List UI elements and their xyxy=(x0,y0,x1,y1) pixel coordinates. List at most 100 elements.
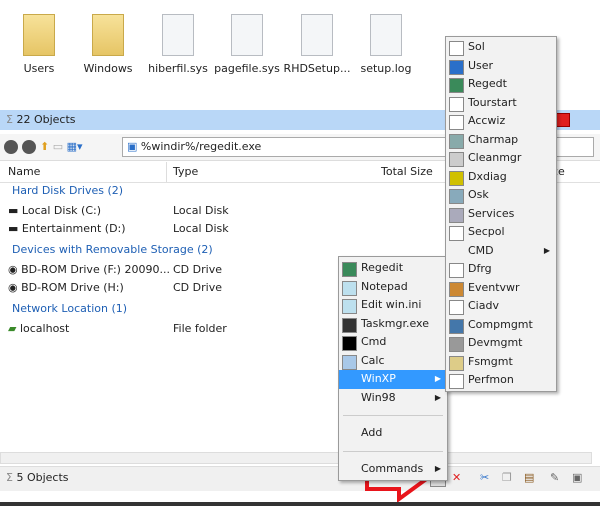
computer-icon: ▣ xyxy=(127,140,138,153)
file-item[interactable]: pagefile.sys xyxy=(212,14,282,75)
winxp-submenu: Sol User Regedt Tourstart Accwiz Charmap Clean… xyxy=(445,36,557,392)
osk-icon xyxy=(449,189,464,204)
secpol-icon xyxy=(449,226,464,241)
paste-icon[interactable]: ▤ xyxy=(524,467,534,489)
submenu-arrow-icon: ▶ xyxy=(434,463,441,473)
menu-item-calc[interactable]: Calc xyxy=(339,352,447,371)
list-item[interactable]: ▰ localhost xyxy=(8,320,69,338)
view-icon[interactable]: ▦▾ xyxy=(67,140,83,153)
submenu-item-compmgmt[interactable]: Compmgmt xyxy=(446,316,556,335)
drive-icon: ▬ xyxy=(8,222,19,235)
list-item[interactable]: ▬ Local Disk (C:) xyxy=(8,202,101,220)
menu-item-cmd[interactable]: Cmd xyxy=(339,333,447,352)
column-name[interactable]: Name xyxy=(8,162,40,182)
menu-item-edit-win-ini[interactable]: Edit win.ini xyxy=(339,296,447,315)
list-item[interactable]: ◉ BD-ROM Drive (H:) xyxy=(8,279,124,297)
column-type[interactable]: Type xyxy=(173,162,198,182)
regedit-icon xyxy=(342,262,357,277)
compmgmt-icon xyxy=(449,318,464,334)
list-item[interactable]: ▬ Entertainment (D:) xyxy=(8,220,126,238)
file-icon xyxy=(301,14,333,56)
menu-item-regedit[interactable]: Regedit xyxy=(339,259,447,278)
file-item[interactable]: Users xyxy=(4,14,74,75)
context-menu: Regedit Notepad Edit win.ini Taskmgr.exe… xyxy=(338,256,448,481)
folder-icon xyxy=(23,14,55,56)
ciadv-icon xyxy=(449,300,464,315)
cleanmgr-icon xyxy=(449,152,464,167)
menu-item-add[interactable]: Add xyxy=(339,424,447,443)
submenu-item-dxdiag[interactable]: Dxdiag xyxy=(446,168,556,187)
submenu-item-devmgmt[interactable]: Devmgmt xyxy=(446,334,556,353)
new-folder-icon[interactable]: ▭ xyxy=(53,140,63,153)
column-total-size[interactable]: Total Size xyxy=(381,162,433,182)
submenu-item-fsmgmt[interactable]: Fsmgmt xyxy=(446,353,556,372)
accwiz-icon xyxy=(449,115,464,130)
menu-item-winxp[interactable]: WinXP ▶ xyxy=(339,370,447,389)
group-header[interactable]: Devices with Removable Storage (2) xyxy=(12,243,213,256)
sigma-icon: Σ xyxy=(6,471,13,484)
taskmgr-icon xyxy=(342,317,357,333)
file-item[interactable]: Windows xyxy=(73,14,143,75)
submenu-item-secpol[interactable]: Secpol xyxy=(446,223,556,242)
submenu-item-accwiz[interactable]: Accwiz xyxy=(446,112,556,131)
network-folder-icon: ▰ xyxy=(8,322,17,335)
dfrg-icon xyxy=(449,263,464,278)
submenu-item-perfmon[interactable]: Perfmon xyxy=(446,371,556,390)
submenu-item-eventvwr[interactable]: Eventvwr xyxy=(446,279,556,298)
group-header[interactable]: Network Location (1) xyxy=(12,302,127,315)
submenu-item-user[interactable]: User xyxy=(446,57,556,76)
dxdiag-icon xyxy=(449,170,464,186)
stop-icon[interactable] xyxy=(556,113,570,127)
submenu-item-cmd[interactable]: CMD ▶ xyxy=(446,242,556,261)
properties-icon[interactable]: ▣ xyxy=(572,467,582,489)
user-icon xyxy=(449,59,464,75)
item-type: Local Disk xyxy=(173,222,229,235)
delete-icon[interactable]: ✕ xyxy=(452,467,461,489)
cut-icon[interactable]: ✂ xyxy=(480,467,489,489)
tourstart-icon xyxy=(449,96,464,112)
submenu-arrow-icon: ▶ xyxy=(434,374,441,383)
submenu-item-ciadv[interactable]: Ciadv xyxy=(446,297,556,316)
item-type: CD Drive xyxy=(173,263,222,276)
submenu-item-osk[interactable]: Osk xyxy=(446,186,556,205)
file-item[interactable]: RHDSetup... xyxy=(282,14,352,75)
menu-item-commands[interactable]: Commands ▶ xyxy=(339,460,447,479)
submenu-item-dfrg[interactable]: Dfrg xyxy=(446,260,556,279)
up-folder-icon[interactable]: ⬆ xyxy=(40,140,49,153)
menu-item-taskmgr[interactable]: Taskmgr.exe xyxy=(339,315,447,334)
group-header[interactable]: Hard Disk Drives (2) xyxy=(12,184,123,197)
submenu-item-charmap[interactable]: Charmap xyxy=(446,131,556,150)
submenu-item-tourstart[interactable]: Tourstart xyxy=(446,94,556,113)
notepad-icon xyxy=(342,280,357,296)
devmgmt-icon xyxy=(449,337,464,352)
submenu-item-regedt[interactable]: Regedt xyxy=(446,75,556,94)
calculator-icon xyxy=(342,354,357,370)
menu-item-notepad[interactable]: Notepad xyxy=(339,278,447,297)
item-type: File folder xyxy=(173,322,227,335)
text-file-icon xyxy=(370,14,402,56)
submenu-arrow-icon: ▶ xyxy=(434,392,441,402)
file-item[interactable]: setup.log xyxy=(351,14,421,75)
item-type: Local Disk xyxy=(173,204,229,217)
forward-icon[interactable] xyxy=(22,140,36,154)
submenu-arrow-icon: ▶ xyxy=(543,245,550,255)
rename-icon[interactable]: ✎ xyxy=(550,467,559,489)
cd-drive-icon: ◉ xyxy=(8,281,18,294)
menu-item-win98[interactable]: Win98 ▶ xyxy=(339,389,447,408)
regedt-icon xyxy=(449,78,464,93)
submenu-item-services[interactable]: Services xyxy=(446,205,556,224)
charmap-icon xyxy=(449,133,464,149)
cmd-icon xyxy=(342,336,357,351)
bottom-status-bar: Σ 5 Objects ϟ ✕ ✂ ❐ ▤ ✎ ▣ xyxy=(0,466,600,491)
submenu-item-sol[interactable]: Sol xyxy=(446,38,556,57)
back-icon[interactable] xyxy=(4,140,18,154)
sol-icon xyxy=(449,41,464,56)
cd-drive-icon: ◉ xyxy=(8,263,18,276)
system-file-icon xyxy=(231,14,263,56)
list-item[interactable]: ◉ BD-ROM Drive (F:) 20090... xyxy=(8,261,170,279)
copy-icon[interactable]: ❐ xyxy=(502,467,512,489)
horizontal-scrollbar[interactable] xyxy=(0,452,592,464)
file-item[interactable]: hiberfil.sys xyxy=(143,14,213,75)
submenu-item-cleanmgr[interactable]: Cleanmgr xyxy=(446,149,556,168)
services-icon xyxy=(449,207,464,223)
